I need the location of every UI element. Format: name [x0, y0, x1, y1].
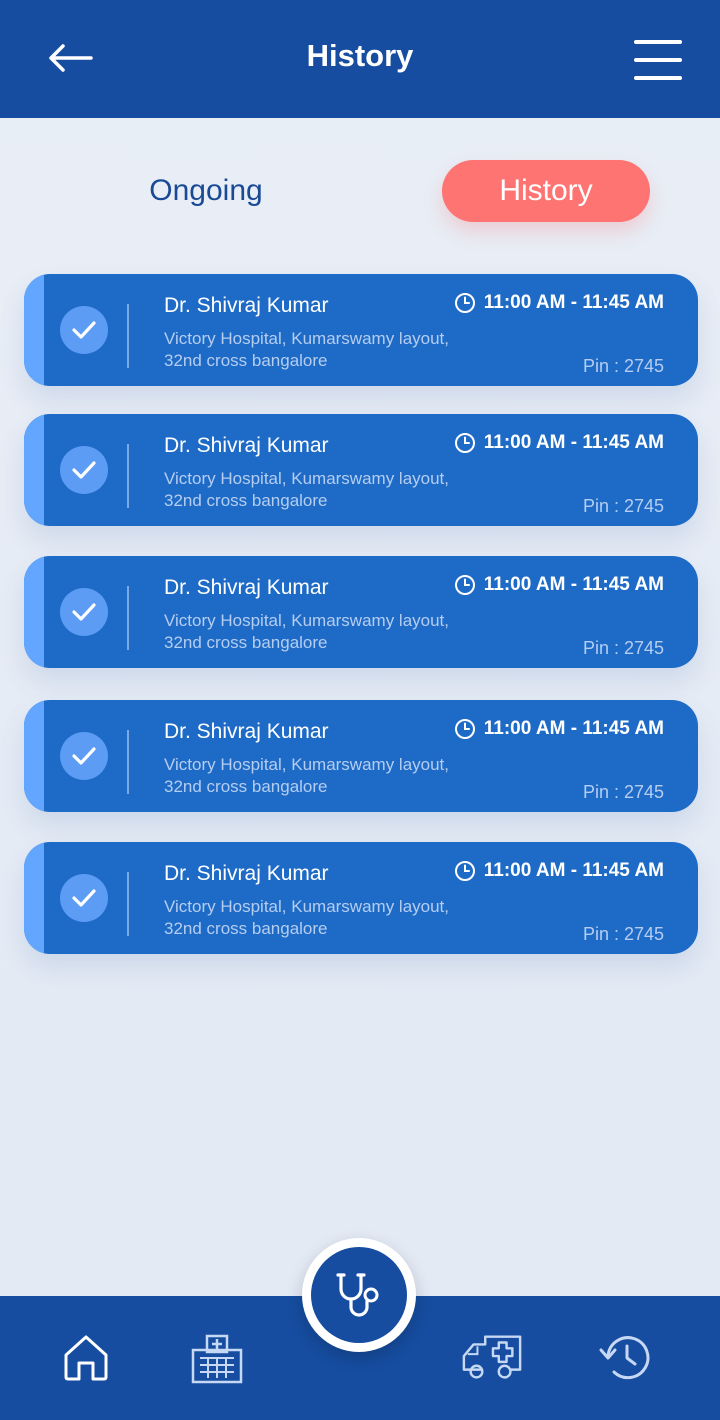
- fab-inner: [311, 1247, 407, 1343]
- check-icon: [60, 446, 108, 494]
- tab-switcher: Ongoing History: [0, 160, 720, 222]
- hospital-address: Victory Hospital, Kumarswamy layout, 32n…: [164, 468, 504, 512]
- menu-icon-bar: [634, 76, 682, 80]
- address-line-2: 32nd cross bangalore: [164, 491, 328, 510]
- appointment-card[interactable]: Dr. Shivraj Kumar Victory Hospital, Kuma…: [24, 274, 698, 386]
- hospital-icon: [191, 1334, 243, 1384]
- hospital-address: Victory Hospital, Kumarswamy layout, 32n…: [164, 610, 504, 654]
- card-divider: [127, 872, 129, 936]
- appointment-card[interactable]: Dr. Shivraj Kumar Victory Hospital, Kuma…: [24, 414, 698, 526]
- time-range: 11:00 AM - 11:45 AM: [483, 432, 664, 453]
- card-stripe: [24, 414, 44, 526]
- clock-icon: [454, 292, 476, 314]
- doctor-fab-button[interactable]: [302, 1238, 416, 1352]
- address-line-2: 32nd cross bangalore: [164, 351, 328, 370]
- address-line-1: Victory Hospital, Kumarswamy layout,: [164, 329, 450, 348]
- appointment-time: 11:00 AM - 11:45 AM: [454, 574, 664, 596]
- card-divider: [127, 586, 129, 650]
- doctor-name: Dr. Shivraj Kumar: [164, 434, 329, 457]
- menu-button[interactable]: [630, 40, 686, 80]
- appointment-card[interactable]: Dr. Shivraj Kumar Victory Hospital, Kuma…: [24, 556, 698, 668]
- appointment-time: 11:00 AM - 11:45 AM: [454, 718, 664, 740]
- card-stripe: [24, 556, 44, 668]
- check-icon: [60, 732, 108, 780]
- clock-icon: [454, 718, 476, 740]
- address-line-1: Victory Hospital, Kumarswamy layout,: [164, 611, 450, 630]
- tab-ongoing[interactable]: Ongoing: [112, 160, 300, 222]
- check-icon: [60, 306, 108, 354]
- pin-code: Pin : 2745: [582, 782, 664, 802]
- doctor-name: Dr. Shivraj Kumar: [164, 862, 329, 885]
- time-range: 11:00 AM - 11:45 AM: [483, 860, 664, 881]
- page-title: History: [306, 38, 414, 73]
- tab-history[interactable]: History: [442, 160, 650, 222]
- pin-code: Pin : 2745: [582, 924, 664, 944]
- address-line-1: Victory Hospital, Kumarswamy layout,: [164, 755, 450, 774]
- history-icon: [599, 1336, 650, 1380]
- time-range: 11:00 AM - 11:45 AM: [483, 718, 664, 739]
- doctor-name: Dr. Shivraj Kumar: [164, 294, 329, 317]
- clock-icon: [454, 574, 476, 596]
- hospital-address: Victory Hospital, Kumarswamy layout, 32n…: [164, 328, 504, 372]
- card-divider: [127, 444, 129, 508]
- nav-hospital[interactable]: [185, 1326, 249, 1390]
- address-line-2: 32nd cross bangalore: [164, 777, 328, 796]
- appointment-time: 11:00 AM - 11:45 AM: [454, 292, 664, 314]
- pin-code: Pin : 2745: [582, 638, 664, 658]
- time-range: 11:00 AM - 11:45 AM: [483, 574, 664, 595]
- card-stripe: [24, 274, 44, 386]
- nav-history[interactable]: [592, 1326, 656, 1390]
- home-icon: [64, 1335, 108, 1381]
- appointment-time: 11:00 AM - 11:45 AM: [454, 432, 664, 454]
- card-stripe: [24, 842, 44, 954]
- address-line-1: Victory Hospital, Kumarswamy layout,: [164, 897, 450, 916]
- appointment-card[interactable]: Dr. Shivraj Kumar Victory Hospital, Kuma…: [24, 842, 698, 954]
- app-header: History: [0, 0, 720, 118]
- doctor-name: Dr. Shivraj Kumar: [164, 576, 329, 599]
- clock-icon: [454, 860, 476, 882]
- address-line-2: 32nd cross bangalore: [164, 919, 328, 938]
- time-range: 11:00 AM - 11:45 AM: [483, 292, 664, 313]
- pin-code: Pin : 2745: [582, 356, 664, 376]
- pin-code: Pin : 2745: [582, 496, 664, 516]
- nav-home[interactable]: [54, 1326, 118, 1390]
- address-line-2: 32nd cross bangalore: [164, 633, 328, 652]
- card-divider: [127, 730, 129, 794]
- appointment-time: 11:00 AM - 11:45 AM: [454, 860, 664, 882]
- card-divider: [127, 304, 129, 368]
- menu-icon-bar: [634, 58, 682, 62]
- check-icon: [60, 588, 108, 636]
- check-icon: [60, 874, 108, 922]
- hospital-address: Victory Hospital, Kumarswamy layout, 32n…: [164, 896, 504, 940]
- doctor-name: Dr. Shivraj Kumar: [164, 720, 329, 743]
- nav-ambulance[interactable]: [460, 1326, 524, 1390]
- appointment-card[interactable]: Dr. Shivraj Kumar Victory Hospital, Kuma…: [24, 700, 698, 812]
- clock-icon: [454, 432, 476, 454]
- hospital-address: Victory Hospital, Kumarswamy layout, 32n…: [164, 754, 504, 798]
- address-line-1: Victory Hospital, Kumarswamy layout,: [164, 469, 450, 488]
- card-stripe: [24, 700, 44, 812]
- stethoscope-icon: [336, 1273, 379, 1317]
- menu-icon-bar: [634, 40, 682, 44]
- ambulance-icon: [462, 1335, 522, 1379]
